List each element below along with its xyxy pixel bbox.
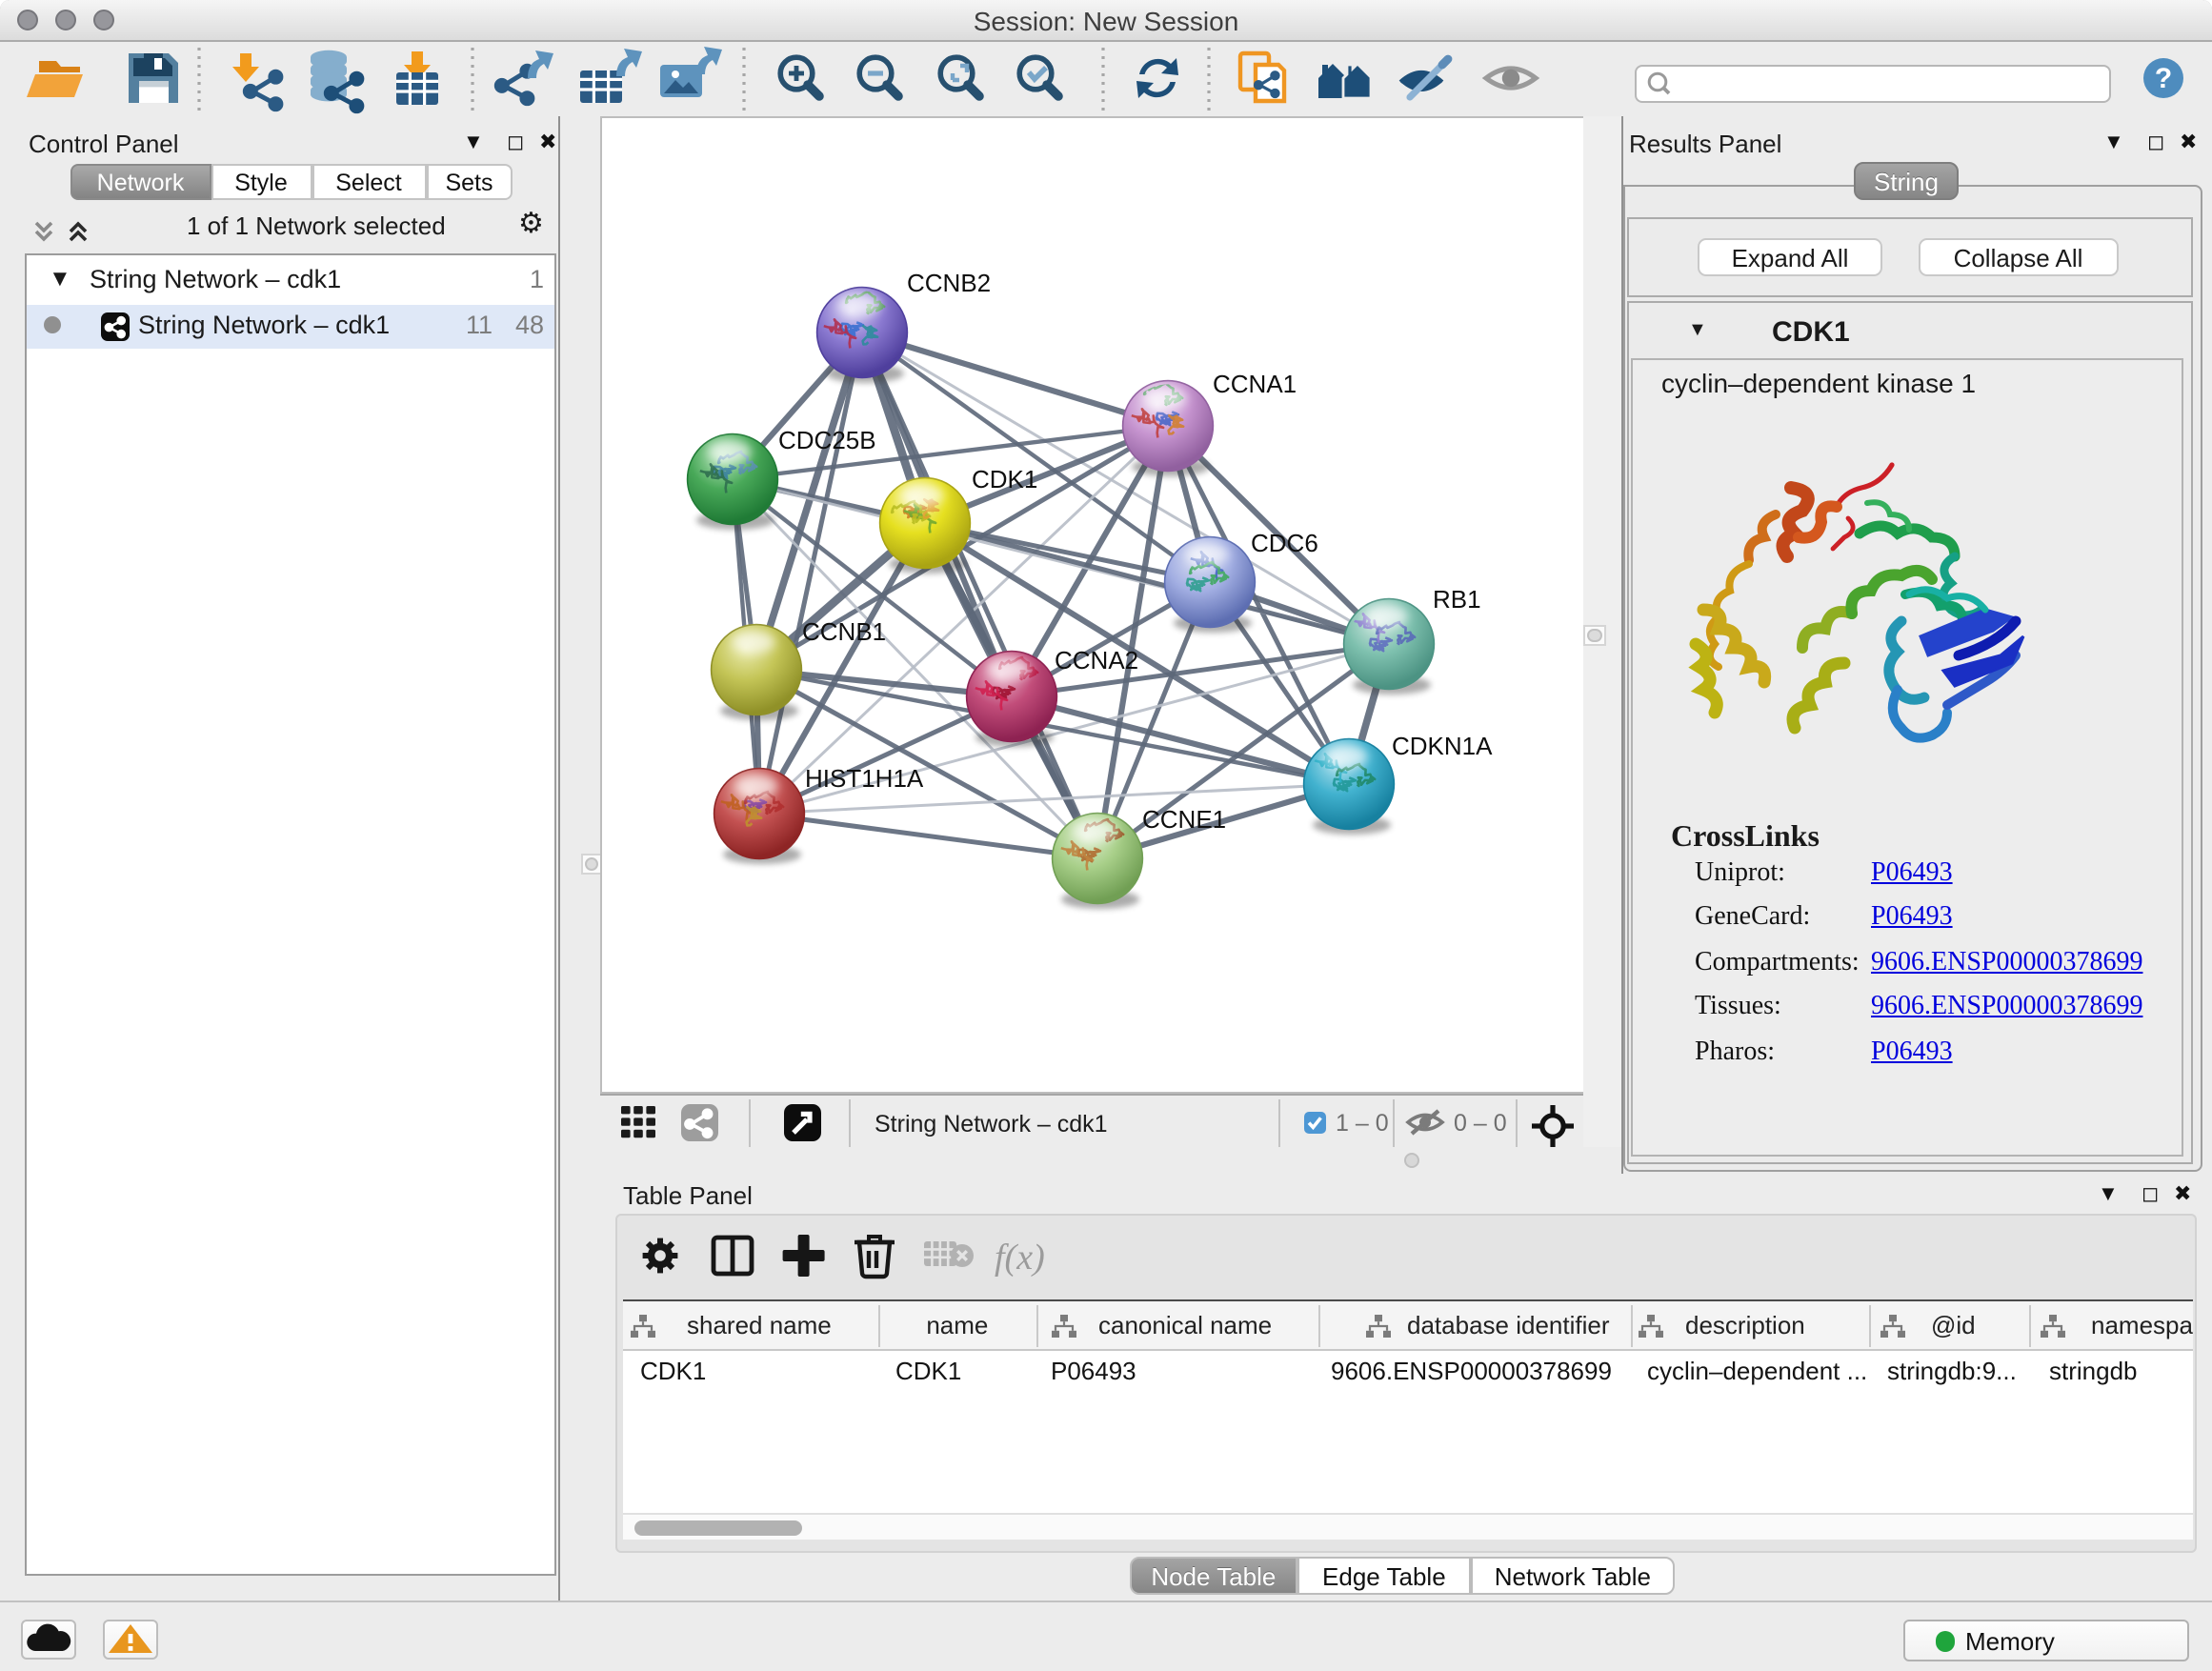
svg-text:CCNA1: CCNA1 [1212,370,1296,398]
svg-text:CDC6: CDC6 [1250,529,1317,557]
svg-text:0 – 0: 0 – 0 [1453,1110,1506,1137]
svg-text:String Network – cdk1: String Network – cdk1 [874,1111,1107,1137]
svg-text:CDKN1A: CDKN1A [1391,732,1492,760]
svg-text:CDC25B: CDC25B [777,426,875,454]
svg-text:RB1: RB1 [1432,585,1480,614]
svg-text:1 – 0: 1 – 0 [1335,1110,1388,1137]
svg-text:HIST1H1A: HIST1H1A [804,764,923,793]
svg-text:?: ? [2155,63,2172,94]
svg-text:CCNB2: CCNB2 [906,269,990,297]
svg-text:CCNE1: CCNE1 [1141,805,1225,834]
svg-text:CCNA2: CCNA2 [1054,646,1137,674]
svg-text:CDK1: CDK1 [971,465,1036,493]
svg-text:f(x): f(x) [995,1237,1045,1277]
svg-text:CCNB1: CCNB1 [801,617,885,646]
